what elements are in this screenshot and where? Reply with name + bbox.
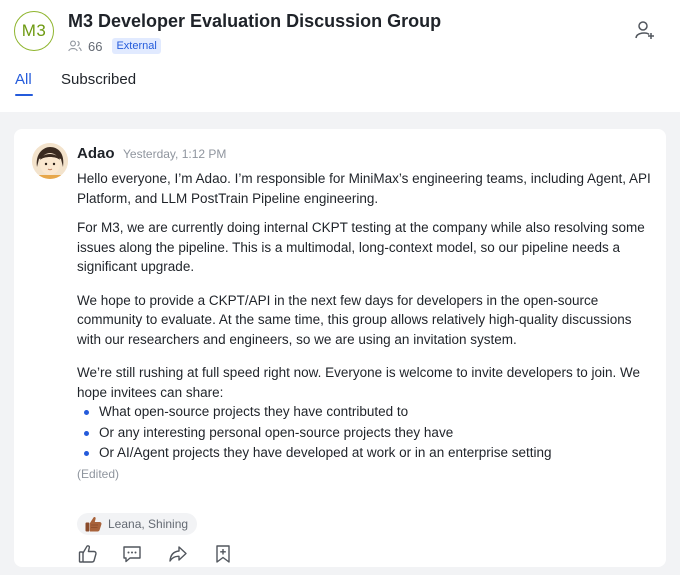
group-title: M3 Developer Evaluation Discussion Group <box>68 11 442 31</box>
post-paragraph: For M3, we are currently doing internal … <box>77 220 645 274</box>
members-icon <box>68 40 82 52</box>
comment-icon <box>123 546 141 563</box>
comment-button[interactable] <box>121 543 143 565</box>
tab-subscribed[interactable]: Subscribed <box>61 71 136 88</box>
tab-all[interactable]: All <box>15 71 32 88</box>
post-card: Adao Yesterday, 1:12 PM Hello everyone, … <box>14 129 666 567</box>
group-meta: 66 External <box>68 38 161 54</box>
external-badge: External <box>112 38 161 54</box>
post-body: Hello everyone, I’m Adao. I’m responsibl… <box>77 169 652 483</box>
group-avatar-text: M3 <box>21 21 47 40</box>
thumbs-up-icon <box>78 545 97 563</box>
post-timestamp: Yesterday, 1:12 PM <box>123 147 227 161</box>
post-paragraph: Hello everyone, I’m Adao. I’m responsibl… <box>77 171 651 206</box>
group-header: M3 M3 Developer Evaluation Discussion Gr… <box>0 0 680 112</box>
edited-label: (Edited) <box>77 466 120 481</box>
list-item: Or AI/Agent projects they have developed… <box>77 443 652 464</box>
reaction-pill[interactable]: Leana, Shining <box>77 513 198 535</box>
post-paragraph: We’re still rushing at full speed right … <box>77 365 641 400</box>
list-item: What open-source projects they have cont… <box>77 402 652 423</box>
post-paragraph: We hope to provide a CKPT/API in the nex… <box>77 292 632 347</box>
message-feed[interactable]: Adao Yesterday, 1:12 PM Hello everyone, … <box>0 112 680 575</box>
post-actions <box>77 543 234 565</box>
tab-bar: All Subscribed <box>0 60 680 112</box>
avatar[interactable] <box>32 143 68 179</box>
author-name[interactable]: Adao <box>77 145 115 162</box>
forward-button[interactable] <box>167 543 189 565</box>
add-member-button[interactable] <box>633 18 657 42</box>
thumbs-up-emoji-icon <box>85 517 102 532</box>
forward-icon <box>169 546 187 562</box>
active-tab-indicator <box>15 94 33 96</box>
member-count[interactable]: 66 <box>88 39 102 54</box>
group-avatar[interactable]: M3 <box>14 11 54 51</box>
reaction-names: Leana, Shining <box>108 517 189 531</box>
bookmark-icon <box>216 545 230 563</box>
like-button[interactable] <box>77 543 99 565</box>
bookmark-button[interactable] <box>212 543 234 565</box>
list-item: Or any interesting personal open-source … <box>77 423 652 444</box>
add-user-icon <box>635 21 654 39</box>
user-avatar-icon <box>32 143 68 179</box>
bullet-list: What open-source projects they have cont… <box>77 402 652 464</box>
